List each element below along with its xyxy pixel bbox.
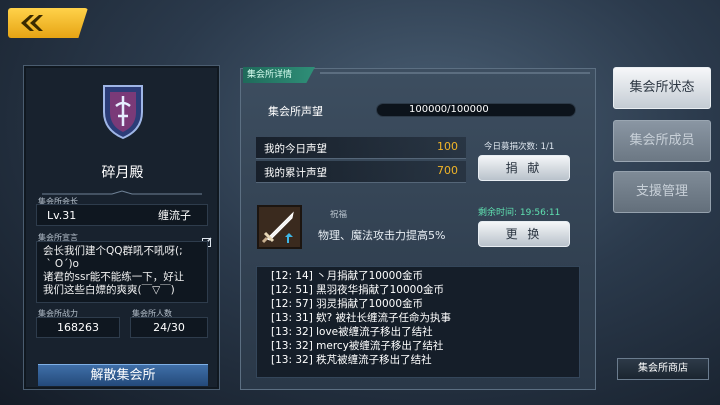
power-value: 168263 xyxy=(36,317,120,338)
tab-club-members[interactable]: 集会所成员 xyxy=(613,120,711,162)
total-reputation-row: 我的累计声望 700 xyxy=(256,161,466,183)
club-info-panel: 碎月殿 集会所会长 Lv.31 缠流子 集会所宣言 会长我们建个QQ群吼不吼呀(… xyxy=(23,65,220,390)
activity-log-list: [12: 14] 丶月捐献了10000金币 [12: 51] 黑羽夜华捐献了10… xyxy=(271,269,451,367)
leader-field: Lv.31 缠流子 xyxy=(36,204,208,226)
donate-count: 今日募捐次数: 1/1 xyxy=(484,142,555,152)
sword-icon xyxy=(257,205,302,249)
leader-name: 缠流子 xyxy=(158,209,191,222)
log-entry: [13: 32] love被缠流子移出了结社 xyxy=(271,326,433,338)
divider xyxy=(320,72,590,74)
section-title: 集会所详情 xyxy=(243,67,315,83)
log-entry: [13: 31] 欸? 被社长缠流子任命为执事 xyxy=(271,312,452,324)
club-shop-button[interactable]: 集会所商店 xyxy=(617,358,709,380)
club-name: 碎月殿 xyxy=(101,165,144,181)
log-entry: [13: 32] mercy被缠流子移出了结社 xyxy=(271,340,444,352)
back-button[interactable] xyxy=(8,8,88,38)
member-count-value: 24/30 xyxy=(130,317,208,338)
log-entry: [12: 51] 黑羽夜华捐献了10000金币 xyxy=(271,284,445,296)
disband-button[interactable]: 解散集会所 xyxy=(38,364,208,386)
remaining-time: 剩余时间: 19:56:11 xyxy=(478,208,561,218)
today-reputation-row: 我的今日声望 100 xyxy=(256,137,466,159)
today-reputation-label: 我的今日声望 xyxy=(264,143,327,155)
tab-club-status[interactable]: 集会所状态 xyxy=(613,67,711,109)
log-entry: [12: 57] 羽灵捐献了10000金币 xyxy=(271,298,424,310)
log-entry: [13: 32] 秩芃被缠流子移出了结社 xyxy=(271,354,432,366)
declaration-text: 会长我们建个QQ群吼不吼呀(; ` O´)o 诸君的ssr能不能练一下，好让 我… xyxy=(36,241,208,303)
reputation-bar: 100000/100000 xyxy=(376,103,576,117)
total-reputation-label: 我的累计声望 xyxy=(264,167,327,179)
reputation-label: 集会所声望 xyxy=(268,105,323,118)
total-reputation-value: 700 xyxy=(437,164,458,177)
buff-title: 祝福 xyxy=(330,210,348,220)
name-underline xyxy=(42,183,202,195)
change-button[interactable]: 更 换 xyxy=(478,221,570,247)
donate-button[interactable]: 捐 献 xyxy=(478,155,570,181)
shield-crest-icon xyxy=(100,82,146,140)
log-entry: [12: 14] 丶月捐献了10000金币 xyxy=(271,270,424,282)
buff-description: 物理、魔法攻击力提高5% xyxy=(318,229,446,242)
leader-level: Lv.31 xyxy=(47,208,77,222)
chevron-left-icon xyxy=(18,14,44,32)
tab-support-management[interactable]: 支援管理 xyxy=(613,171,711,213)
today-reputation-value: 100 xyxy=(437,140,458,153)
